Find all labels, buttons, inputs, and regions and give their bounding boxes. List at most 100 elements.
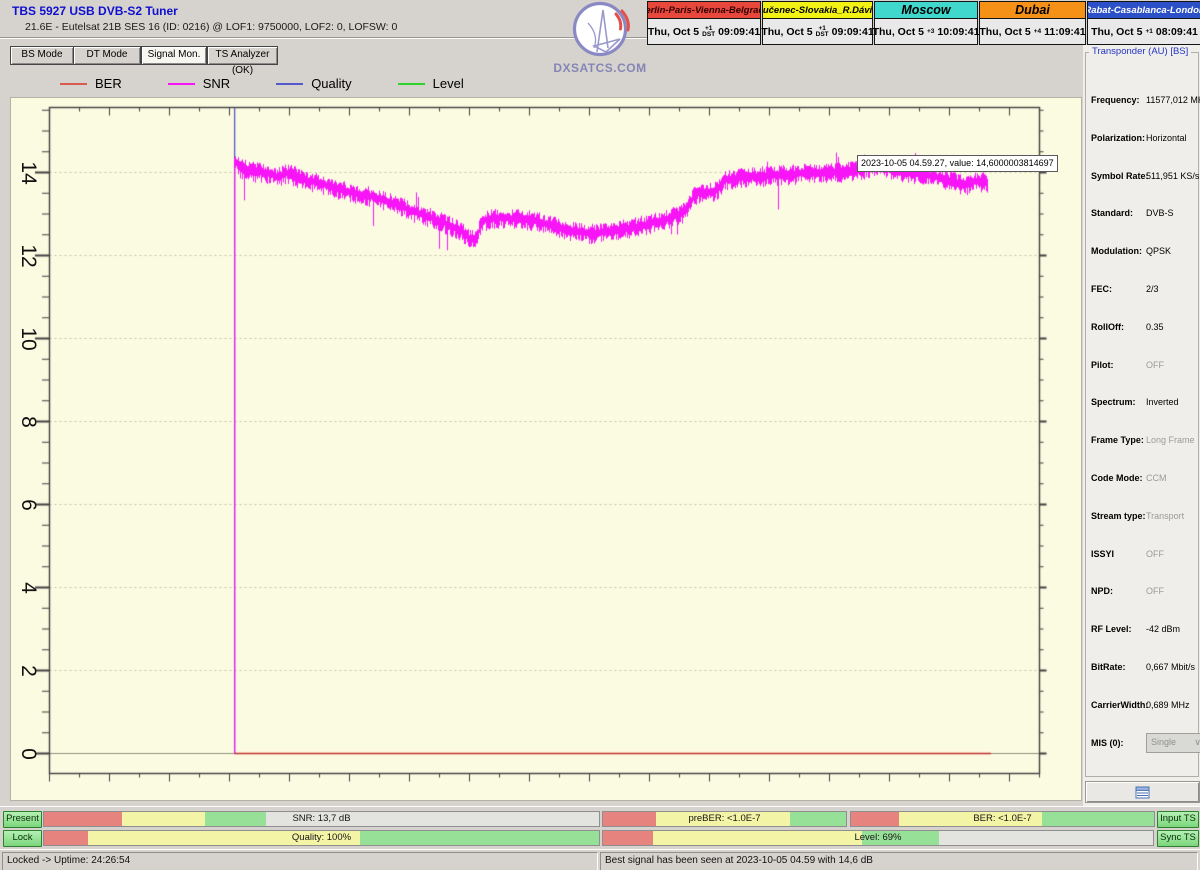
report-list-icon bbox=[1135, 786, 1151, 799]
tab-dt-mode[interactable]: DT Mode bbox=[73, 46, 141, 65]
field-value: 0.35 bbox=[1146, 322, 1164, 332]
window-title: TBS 5927 USB DVB-S2 Tuner bbox=[12, 4, 178, 18]
field-label: RollOff: bbox=[1091, 322, 1124, 332]
y-axis-label: 8 bbox=[16, 407, 40, 437]
legend-swatch bbox=[60, 83, 87, 85]
field-value: OFF bbox=[1146, 360, 1164, 370]
transponder-row: Code Mode:CCM bbox=[1091, 473, 1196, 485]
status-bar: Locked -> Uptime: 24:26:54 Best signal h… bbox=[0, 849, 1200, 870]
legend-item-snr: SNR bbox=[168, 76, 230, 91]
tab-bs-mode[interactable]: BS Mode bbox=[10, 46, 74, 65]
lock-uptime-status: Locked -> Uptime: 24:26:54 bbox=[2, 852, 598, 870]
field-value: Horizontal bbox=[1146, 133, 1187, 143]
field-label: ISSYI bbox=[1091, 549, 1114, 559]
snr-meter-text: SNR: 13,7 dB bbox=[44, 812, 599, 826]
y-axis-label: 6 bbox=[16, 490, 40, 520]
transponder-groupbox: Transponder (AU) [BS] Frequency:11577,01… bbox=[1085, 52, 1199, 777]
transponder-row: NPD:OFF bbox=[1091, 586, 1196, 598]
clock-utc-offset: +4 bbox=[1034, 29, 1041, 35]
y-axis-label: 14 bbox=[16, 158, 40, 188]
field-value: 11577,012 MHz bbox=[1146, 95, 1200, 105]
indicator-sync-ts: Sync TS bbox=[1157, 830, 1199, 847]
field-label: Symbol Rate: bbox=[1091, 171, 1149, 181]
clock-date: Thu, Oct 5 bbox=[979, 26, 1030, 38]
field-value: Long Frame bbox=[1146, 435, 1195, 445]
legend-swatch bbox=[398, 83, 425, 85]
transponder-title: Transponder (AU) [BS] bbox=[1089, 46, 1191, 57]
legend-item-ber: BER bbox=[60, 76, 122, 91]
field-value: -42 dBm bbox=[1146, 624, 1180, 634]
field-value: 511,951 KS/s bbox=[1146, 171, 1199, 181]
field-value: Inverted bbox=[1146, 397, 1179, 407]
clock-city: Lučenec-Slovakia_R.Dávid bbox=[763, 2, 872, 19]
preber-meter-text: preBER: <1.0E-7 bbox=[603, 812, 846, 826]
transponder-row: Pilot:OFF bbox=[1091, 360, 1196, 372]
clock-panel: Berlin-Paris-Vienna-BelgradeThu, Oct 5+1… bbox=[647, 1, 761, 45]
legend-swatch bbox=[276, 83, 303, 85]
indicator-input-ts: Input TS bbox=[1157, 811, 1199, 828]
chart-tooltip: 2023-10-05 04.59.27, value: 14,600000381… bbox=[857, 155, 1058, 172]
transponder-row: Stream type:Transport bbox=[1091, 511, 1196, 523]
clock-time: Thu, Oct 5+1DST09:09:41 bbox=[763, 19, 872, 44]
field-label: MIS (0): bbox=[1091, 738, 1124, 748]
signal-chart-canvas[interactable] bbox=[11, 98, 1081, 800]
field-label: RF Level: bbox=[1091, 624, 1132, 634]
transponder-row: CarrierWidth:0,689 MHz bbox=[1091, 700, 1196, 712]
field-value: 0,667 Mbit/s bbox=[1146, 662, 1195, 672]
clock-utc-offset: +1 bbox=[1145, 29, 1152, 35]
clock-time: Thu, Oct 5+108:09:41 bbox=[1088, 19, 1200, 44]
legend-label: BER bbox=[95, 76, 122, 91]
snr-meter: SNR: 13,7 dB bbox=[43, 811, 600, 827]
legend-swatch bbox=[168, 83, 195, 85]
clock-panel: Lučenec-Slovakia_R.DávidThu, Oct 5+1DST0… bbox=[762, 1, 873, 45]
satellite-subtitle: 21.6E - Eutelsat 21B SES 16 (ID: 0216) @… bbox=[25, 21, 397, 33]
y-axis-label: 10 bbox=[16, 324, 40, 354]
field-label: BitRate: bbox=[1091, 662, 1126, 672]
clock-utc-offset: +1DST bbox=[816, 26, 829, 38]
transponder-row: RollOff: 0.35 bbox=[1091, 322, 1196, 334]
field-label: Spectrum: bbox=[1091, 397, 1136, 407]
clock-panel: DubaiThu, Oct 5+411:09:41 bbox=[979, 1, 1086, 45]
transponder-row: RF Level: -42 dBm bbox=[1091, 624, 1196, 636]
legend-label: Level bbox=[433, 76, 464, 91]
clock-time: Thu, Oct 5+310:09:41 bbox=[875, 19, 977, 44]
transponder-row: Frequency:11577,012 MHz bbox=[1091, 95, 1196, 107]
field-label: CarrierWidth: bbox=[1091, 700, 1148, 710]
signal-monitor-chart: 02468101214 2023-10-05 04.59.27, value: … bbox=[10, 97, 1082, 801]
legend-item-level: Level bbox=[398, 76, 464, 91]
transponder-row: ISSYIOFF bbox=[1091, 549, 1196, 561]
clock-hms: 08:09:41 bbox=[1156, 26, 1198, 38]
field-label: FEC: bbox=[1091, 284, 1112, 294]
level-meter-text: Level: 69% bbox=[603, 831, 1153, 845]
clock-city: Rabat-Casablanca-London bbox=[1088, 2, 1200, 19]
chevron-down-icon: ∨ bbox=[1194, 734, 1200, 750]
quality-meter: Quality: 100% bbox=[43, 830, 600, 846]
clock-city: Moscow bbox=[875, 2, 977, 19]
clock-date: Thu, Oct 5 bbox=[761, 26, 812, 38]
legend-item-quality: Quality bbox=[276, 76, 351, 91]
clock-panel: Rabat-Casablanca-LondonThu, Oct 5+108:09… bbox=[1087, 1, 1200, 45]
clock-city: Berlin-Paris-Vienna-Belgrade bbox=[648, 2, 760, 19]
field-label: Code Mode: bbox=[1091, 473, 1143, 483]
clock-hms: 11:09:41 bbox=[1044, 26, 1085, 38]
field-value: QPSK bbox=[1146, 246, 1171, 256]
indicator-present: Present bbox=[3, 811, 42, 828]
mis-select[interactable]: Single ∨ bbox=[1146, 733, 1200, 753]
mis-selected-value: Single bbox=[1151, 737, 1176, 747]
best-signal-status: Best signal has been seen at 2023-10-05 … bbox=[600, 852, 1198, 870]
tab-signal-mon-[interactable]: Signal Mon. bbox=[141, 46, 207, 65]
field-value: 0,689 MHz bbox=[1146, 700, 1190, 710]
field-value: DVB-S bbox=[1146, 208, 1174, 218]
transponder-row: Spectrum: Inverted bbox=[1091, 397, 1196, 409]
transponder-row: BitRate: 0,667 Mbit/s bbox=[1091, 662, 1196, 674]
tab-ts-analyzer-ok-[interactable]: TS Analyzer (OK) bbox=[207, 46, 278, 65]
world-clocks: Berlin-Paris-Vienna-BelgradeThu, Oct 5+1… bbox=[646, 1, 1200, 45]
field-label: Polarization: bbox=[1091, 133, 1145, 143]
report-button[interactable] bbox=[1085, 781, 1200, 803]
clock-date: Thu, Oct 5 bbox=[648, 26, 699, 38]
clock-hms: 09:09:41 bbox=[718, 26, 760, 38]
field-label: Frame Type: bbox=[1091, 435, 1144, 445]
field-label: NPD: bbox=[1091, 586, 1113, 596]
y-axis-label: 0 bbox=[16, 739, 40, 769]
clock-time: Thu, Oct 5+1DST09:09:41 bbox=[648, 19, 760, 44]
